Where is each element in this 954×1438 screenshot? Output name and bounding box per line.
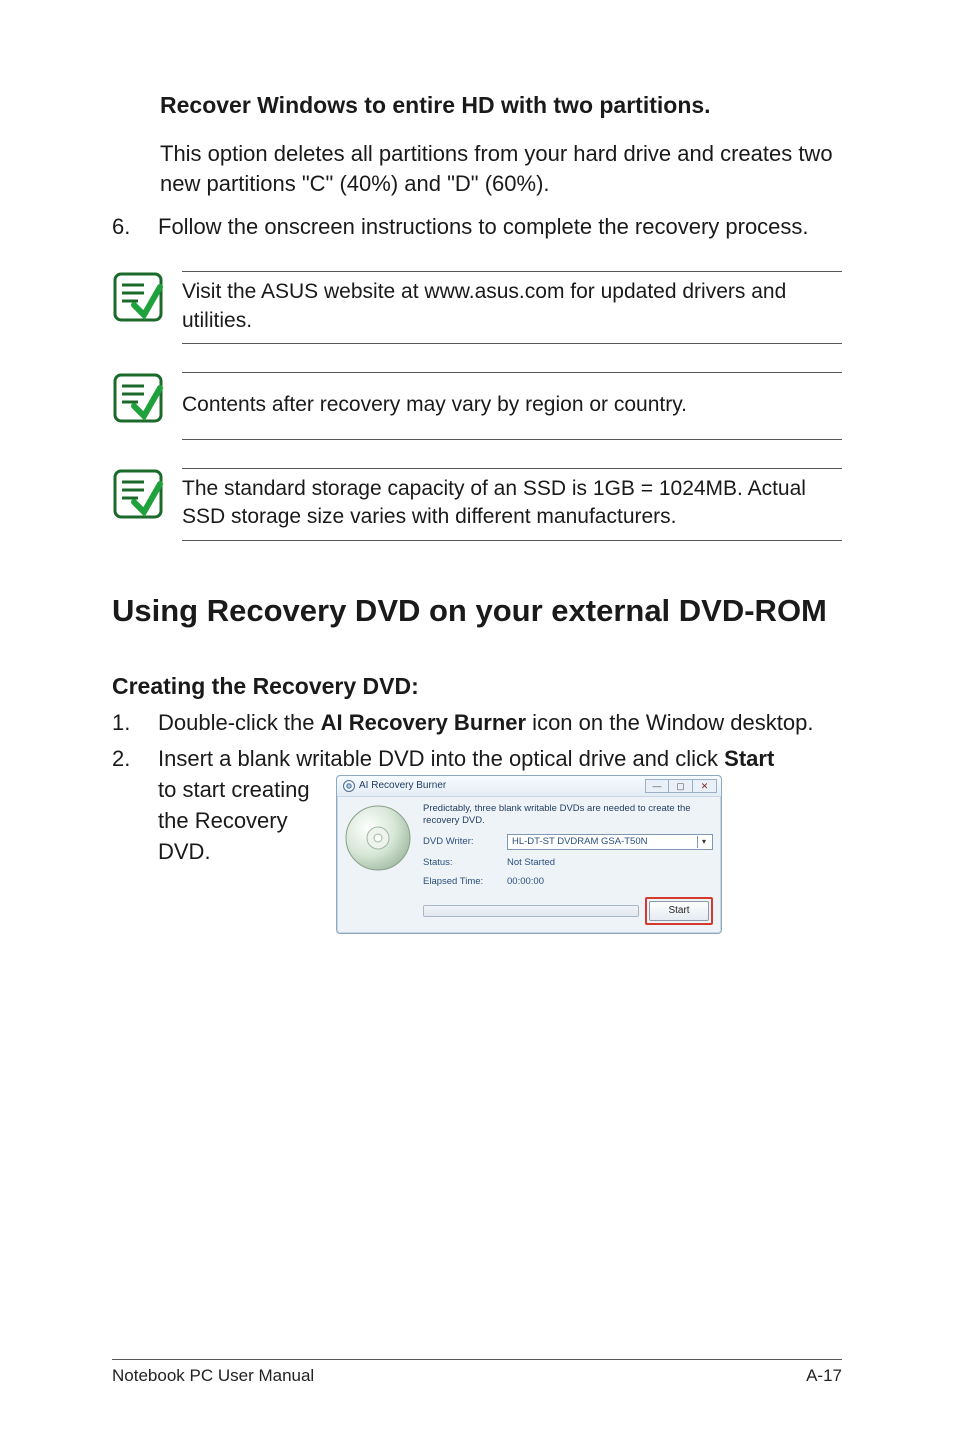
step-2-number: 2. [112,744,132,933]
recover-title: Recover Windows to entire HD with two pa… [160,90,842,121]
close-button[interactable]: ✕ [693,779,717,793]
heading-creating-dvd: Creating the Recovery DVD: [112,673,842,700]
note-block-website: Visit the ASUS website at www.asus.com f… [112,271,842,344]
dvd-writer-dropdown[interactable]: HL-DT-ST DVDRAM GSA-T50N ▾ [507,834,713,850]
step-2-pre: Insert a blank writable DVD into the opt… [158,746,724,771]
progress-bar [423,905,639,917]
step-1: 1. Double-click the AI Recovery Burner i… [112,708,842,739]
page-footer: Notebook PC User Manual A-17 [112,1359,842,1386]
step-1-pre: Double-click the [158,710,321,735]
window-title: AI Recovery Burner [359,779,446,793]
window-titlebar: AI Recovery Burner — ▢ ✕ [337,776,721,797]
note-block-region: Contents after recovery may vary by regi… [112,372,842,440]
ai-recovery-window: AI Recovery Burner — ▢ ✕ [336,775,722,933]
step-2: 2. Insert a blank writable DVD into the … [112,744,842,933]
step-6-number: 6. [112,212,132,243]
label-status: Status: [423,856,501,869]
recover-description: This option deletes all partitions from … [160,139,842,198]
step-2-bold: Start [724,746,774,771]
heading-recovery-dvd: Using Recovery DVD on your external DVD-… [112,593,842,629]
step-1-text: Double-click the AI Recovery Burner icon… [158,708,842,739]
step-1-number: 1. [112,708,132,739]
label-elapsed-time: Elapsed Time: [423,875,501,888]
window-buttons: — ▢ ✕ [645,779,717,793]
value-status: Not Started [507,856,555,869]
note-icon [112,468,164,520]
app-icon [343,780,355,792]
footer-left: Notebook PC User Manual [112,1366,314,1386]
disc-icon [343,803,413,873]
note-text-website: Visit the ASUS website at www.asus.com f… [182,271,842,344]
step-2-line1: Insert a blank writable DVD into the opt… [158,744,842,775]
maximize-button[interactable]: ▢ [669,779,693,793]
note-text-ssd: The standard storage capacity of an SSD … [182,468,842,541]
start-highlight: Start [645,897,713,925]
chevron-down-icon: ▾ [697,836,710,848]
note-icon [112,372,164,424]
note-icon [112,271,164,323]
step-1-bold: AI Recovery Burner [321,710,526,735]
step-6-text: Follow the onscreen instructions to comp… [158,212,842,243]
dvd-writer-value: HL-DT-ST DVDRAM GSA-T50N [512,835,647,848]
value-elapsed-time: 00:00:00 [507,875,544,888]
note-block-ssd: The standard storage capacity of an SSD … [112,468,842,541]
step-1-post: icon on the Window desktop. [526,710,813,735]
start-button[interactable]: Start [649,901,709,921]
step-2-line2: to start creating the Recovery DVD. [158,775,326,867]
step-6: 6. Follow the onscreen instructions to c… [112,212,842,243]
minimize-button[interactable]: — [645,779,669,793]
label-dvd-writer: DVD Writer: [423,835,501,848]
footer-right: A-17 [806,1366,842,1386]
ai-message: Predictably, three blank writable DVDs a… [423,803,713,826]
note-text-region: Contents after recovery may vary by regi… [182,372,842,440]
